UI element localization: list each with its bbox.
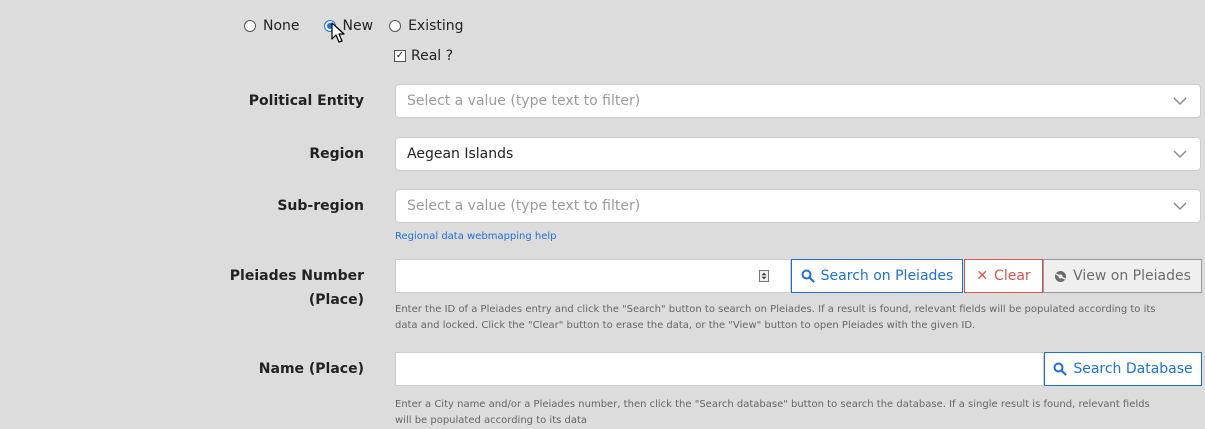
pleiades-number-input[interactable] bbox=[395, 259, 791, 293]
name-place-label: Name (Place) bbox=[258, 361, 364, 377]
view-on-pleiades-button[interactable]: View on Pleiades bbox=[1043, 259, 1202, 293]
spinner-arrows-icon[interactable] bbox=[759, 270, 769, 282]
radio-none[interactable]: None bbox=[244, 18, 300, 34]
search-on-pleiades-button[interactable]: Search on Pleiades bbox=[791, 259, 963, 293]
name-place-help-text: Enter a City name and/or a Pleiades numb… bbox=[395, 397, 1203, 429]
radio-existing-circle[interactable] bbox=[389, 20, 402, 32]
clear-x-icon: ✕ bbox=[976, 268, 989, 284]
search-database-label: Search Database bbox=[1073, 361, 1193, 377]
radio-existing-label: Existing bbox=[408, 18, 464, 34]
political-entity-label: Political Entity bbox=[248, 93, 364, 109]
name-place-help-line1: Enter a City name and/or a Pleiades numb… bbox=[395, 399, 1150, 410]
clear-label: Clear bbox=[994, 268, 1031, 284]
sub-region-select[interactable]: Select a value (type text to filter) bbox=[395, 189, 1201, 223]
chevron-down-icon[interactable] bbox=[1173, 96, 1187, 106]
pleiades-number-label-place: (Place) bbox=[308, 292, 364, 308]
regional-webmapping-help-link[interactable]: Regional data webmapping help bbox=[395, 231, 557, 242]
real-checkbox-row[interactable]: ✓ Real ? bbox=[394, 48, 453, 64]
radio-none-circle[interactable] bbox=[244, 20, 256, 32]
search-on-pleiades-label: Search on Pleiades bbox=[820, 268, 954, 284]
sub-region-label: Sub-region bbox=[277, 198, 364, 214]
view-on-pleiades-label: View on Pleiades bbox=[1073, 268, 1191, 284]
mouse-cursor-icon bbox=[331, 22, 345, 43]
region-select[interactable]: Aegean Islands bbox=[395, 137, 1201, 171]
political-entity-select[interactable]: Select a value (type text to filter) bbox=[395, 84, 1201, 118]
pleiades-help-line1: Enter the ID of a Pleiades entry and cli… bbox=[395, 304, 1156, 315]
political-entity-placeholder: Select a value (type text to filter) bbox=[407, 93, 641, 109]
region-label: Region bbox=[309, 146, 364, 162]
real-checkbox-label: Real ? bbox=[411, 48, 454, 64]
place-mode-radio-group: None New Existing bbox=[244, 18, 480, 34]
real-checkbox[interactable]: ✓ bbox=[394, 50, 406, 62]
radio-none-label: None bbox=[263, 18, 300, 34]
pleiades-help-line2: data and locked. Click the "Clear" butto… bbox=[395, 320, 976, 331]
check-mark-icon: ✓ bbox=[395, 50, 405, 61]
chevron-down-icon[interactable] bbox=[1173, 201, 1187, 211]
eye-icon bbox=[1055, 270, 1067, 282]
chevron-down-icon[interactable] bbox=[1173, 149, 1187, 159]
pleiades-help-text: Enter the ID of a Pleiades entry and cli… bbox=[395, 302, 1203, 334]
region-value: Aegean Islands bbox=[407, 146, 514, 162]
pleiades-number-label: Pleiades Number bbox=[229, 268, 364, 284]
sub-region-placeholder: Select a value (type text to filter) bbox=[407, 198, 641, 214]
search-icon bbox=[1053, 362, 1067, 376]
clear-button[interactable]: ✕ Clear bbox=[964, 259, 1043, 293]
search-database-button[interactable]: Search Database bbox=[1044, 352, 1202, 386]
radio-new-label: New bbox=[342, 18, 374, 34]
radio-existing[interactable]: Existing bbox=[389, 18, 464, 34]
name-place-input[interactable] bbox=[395, 352, 1044, 386]
search-icon bbox=[801, 269, 815, 283]
